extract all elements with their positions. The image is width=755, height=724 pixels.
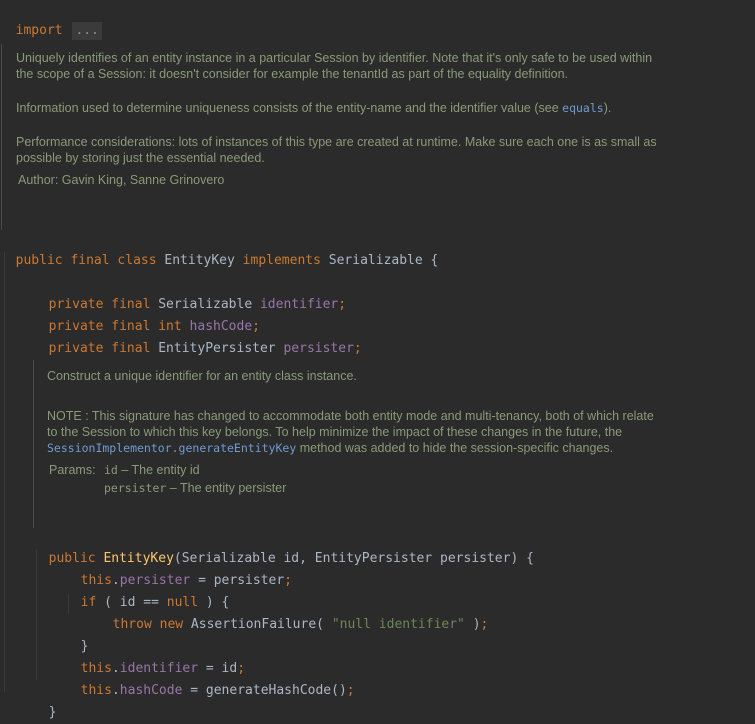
class-declaration[interactable]: public final class EntityKey implements … xyxy=(0,228,439,268)
class-doc-author: Author: Gavin King, Sanne Grinovero xyxy=(18,173,225,187)
param-id: id – The entity id xyxy=(104,463,200,477)
class-doc-paragraph-1: Uniquely identifies of an entity instanc… xyxy=(16,51,653,81)
class-doc-paragraph-3: Performance considerations: lots of inst… xyxy=(16,135,657,165)
assign-hashcode-line[interactable]: this.hashCode = generateHashCode(); xyxy=(65,658,355,698)
equals-link[interactable]: equals xyxy=(562,101,604,115)
throw-line[interactable]: throw new AssertionFailure( "null identi… xyxy=(97,592,489,632)
ctor-doc-paragraph-2: NOTE : This signature has changed to acc… xyxy=(47,409,654,455)
indent-guide xyxy=(36,550,37,680)
class-name[interactable]: EntityKey xyxy=(164,253,234,268)
import-line[interactable]: import ... xyxy=(0,0,102,40)
ctor-doc-paragraph-1: Construct a unique identifier for an ent… xyxy=(47,369,357,383)
class-doc-paragraph-2: Information used to determine uniqueness… xyxy=(16,101,612,115)
param-persister: persister – The entity persister xyxy=(104,481,287,495)
constructor-signature[interactable]: public EntityKey(Serializable id, Entity… xyxy=(33,526,534,566)
class-javadoc: Uniquely identifies of an entity instanc… xyxy=(1,44,676,230)
indent-guide xyxy=(68,594,69,614)
generate-entity-key-link[interactable]: SessionImplementor.generateEntityKey xyxy=(47,441,296,455)
constructor-close-line[interactable]: } xyxy=(33,680,57,720)
constructor-javadoc: Construct a unique identifier for an ent… xyxy=(33,360,667,528)
import-fold-toggle[interactable]: ... xyxy=(72,22,102,40)
assign-persister-line[interactable]: this.persister = persister; xyxy=(65,548,292,588)
indent-guide xyxy=(4,252,5,692)
import-keyword: import xyxy=(15,23,63,38)
ctor-doc-params: Params: id – The entity id persister – T… xyxy=(49,462,667,498)
field-persister[interactable]: private final EntityPersister persister; xyxy=(33,316,362,356)
field-hashcode[interactable]: private final int hashCode; xyxy=(33,294,260,334)
field-identifier[interactable]: private final Serializable identifier; xyxy=(33,272,346,312)
assign-identifier-line[interactable]: this.identifier = id; xyxy=(65,636,245,676)
params-label: Params: xyxy=(49,463,96,477)
if-null-line[interactable]: if ( id == null ) { xyxy=(65,570,230,610)
if-close-line[interactable]: } xyxy=(65,614,89,654)
